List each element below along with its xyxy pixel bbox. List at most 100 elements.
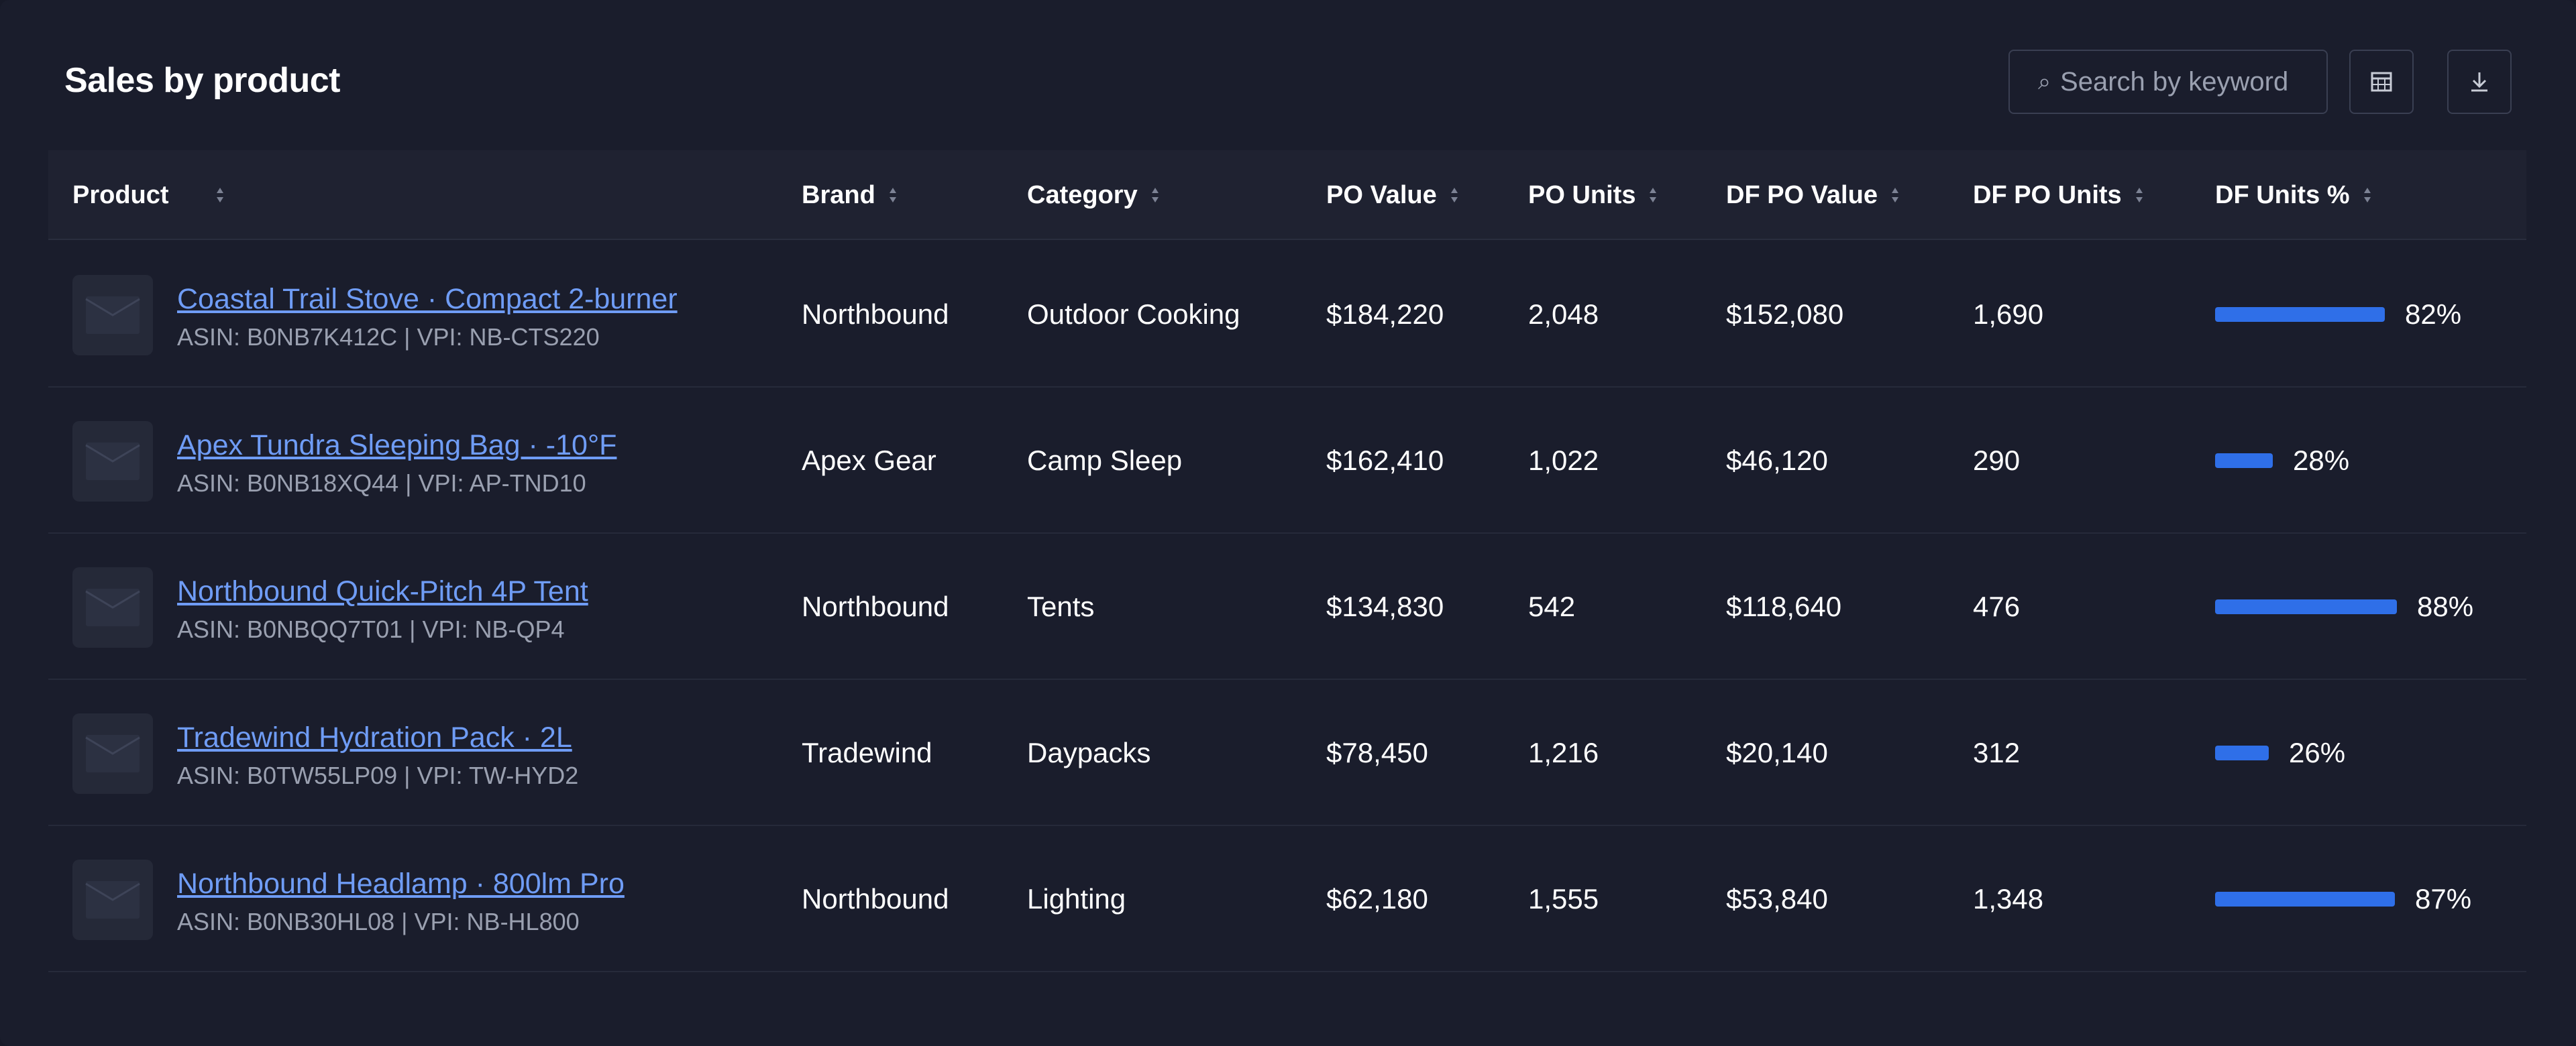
category-cell: Outdoor Cooking [1027, 298, 1240, 330]
df-po-units-cell: 476 [1973, 591, 2021, 622]
product-name-link[interactable]: Northbound Quick-Pitch 4P Tent [177, 575, 588, 608]
category-cell: Lighting [1027, 883, 1126, 915]
column-header-label: DF PO Value [1726, 180, 1878, 209]
product-image-placeholder-icon [85, 881, 140, 919]
column-header-label: PO Units [1528, 180, 1636, 209]
po-units-cell: 1,216 [1528, 737, 1599, 768]
column-header-product[interactable]: Product [72, 150, 224, 240]
product-image-placeholder-icon [85, 296, 140, 334]
product-identifiers: ASIN: B0NBQQ7T01 | VPI: NB-QP4 [177, 616, 565, 643]
category-cell: Daypacks [1027, 737, 1151, 768]
df-po-value-cell: $20,140 [1726, 737, 1828, 768]
sort-icon[interactable] [889, 188, 897, 202]
product-thumbnail [72, 713, 153, 794]
po-value-cell: $184,220 [1326, 298, 1444, 330]
po-units-cell: 2,048 [1528, 298, 1599, 330]
df-units-progress-bar [2215, 453, 2273, 468]
product-image-placeholder-icon [85, 589, 140, 626]
df-po-units-cell: 1,690 [1973, 298, 2044, 330]
product-name-link[interactable]: Northbound Headlamp · 800lm Pro [177, 868, 625, 900]
df-units-pct-label: 88% [2417, 591, 2474, 622]
product-identifiers: ASIN: B0TW55LP09 | VPI: TW-HYD2 [177, 762, 579, 789]
column-header-label: Brand [802, 180, 875, 209]
column-header-label: DF Units % [2215, 180, 2350, 209]
sort-icon[interactable] [2135, 188, 2143, 202]
columns-button[interactable] [2349, 50, 2414, 114]
product-identifiers: ASIN: B0NB30HL08 | VPI: NB-HL800 [177, 908, 580, 935]
page-title: Sales by product [64, 61, 341, 100]
product-identifiers: ASIN: B0NB7K412C | VPI: NB-CTS220 [177, 323, 600, 351]
po-units-cell: 1,022 [1528, 445, 1599, 476]
column-header-label: Category [1027, 180, 1138, 209]
column-header-label: DF PO Units [1973, 180, 2122, 209]
df-units-pct-label: 28% [2293, 445, 2350, 476]
df-units-pct-cell: 82% [2215, 241, 2461, 388]
download-icon [2471, 72, 2487, 92]
sort-icon[interactable] [1151, 188, 1159, 202]
product-image-placeholder-icon [85, 443, 140, 480]
brand-cell: Tradewind [802, 737, 932, 768]
df-po-value-cell: $53,840 [1726, 883, 1828, 915]
product-name-link[interactable]: Apex Tundra Sleeping Bag · -10°F [177, 429, 616, 462]
product-thumbnail [72, 567, 153, 648]
product-name-link[interactable]: Coastal Trail Stove · Compact 2-burner [177, 283, 678, 316]
column-header-df-units-pct[interactable]: DF Units % [2215, 150, 2371, 240]
columns-icon [2371, 72, 2392, 92]
brand-cell: Northbound [802, 591, 949, 622]
table-row[interactable]: Coastal Trail Stove · Compact 2-burner A… [48, 241, 2526, 388]
df-units-pct-label: 82% [2405, 298, 2462, 330]
df-po-units-cell: 1,348 [1973, 883, 2044, 915]
product-name-link[interactable]: Tradewind Hydration Pack · 2L [177, 721, 572, 754]
table-row[interactable]: Northbound Quick-Pitch 4P Tent ASIN: B0N… [48, 534, 2526, 680]
df-units-progress-bar [2215, 307, 2385, 322]
product-thumbnail [72, 421, 153, 502]
product-identifiers: ASIN: B0NB18XQ44 | VPI: AP-TND10 [177, 469, 586, 497]
panel-header: Sales by product ⌕ Search by keyword [64, 42, 2512, 122]
po-value-cell: $134,830 [1326, 591, 1444, 622]
po-value-cell: $62,180 [1326, 883, 1428, 915]
product-image-placeholder-icon [85, 735, 140, 772]
column-header-po-units[interactable]: PO Units [1528, 150, 1657, 240]
df-units-progress-bar [2215, 599, 2397, 614]
sort-icon[interactable] [2363, 188, 2371, 202]
category-cell: Camp Sleep [1027, 445, 1183, 476]
search-input[interactable]: ⌕ Search by keyword [2008, 50, 2328, 114]
table-row[interactable]: Northbound Headlamp · 800lm Pro ASIN: B0… [48, 826, 2526, 972]
column-header-df-po-units[interactable]: DF PO Units [1973, 150, 2143, 240]
column-header-brand[interactable]: Brand [802, 150, 897, 240]
column-header-label: PO Value [1326, 180, 1437, 209]
df-units-progress-bar [2215, 746, 2269, 760]
df-po-units-cell: 312 [1973, 737, 2021, 768]
search-icon: ⌕ [2038, 68, 2051, 95]
df-units-pct-cell: 87% [2215, 826, 2471, 972]
table-row[interactable]: Tradewind Hydration Pack · 2L ASIN: B0TW… [48, 680, 2526, 826]
df-units-pct-cell: 88% [2215, 534, 2473, 680]
sort-icon[interactable] [1450, 188, 1458, 202]
df-po-value-cell: $46,120 [1726, 445, 1828, 476]
df-po-value-cell: $152,080 [1726, 298, 1844, 330]
column-header-category[interactable]: Category [1027, 150, 1159, 240]
sales-by-product-panel: Sales by product ⌕ Search by keyword Pro [0, 0, 2576, 1046]
df-po-units-cell: 290 [1973, 445, 2021, 476]
table-header-row [48, 150, 2526, 240]
df-units-progress-bar [2215, 892, 2395, 907]
sort-icon[interactable] [1649, 188, 1657, 202]
brand-cell: Apex Gear [802, 445, 936, 476]
table-row[interactable]: Apex Tundra Sleeping Bag · -10°F ASIN: B… [48, 388, 2526, 534]
df-units-pct-label: 26% [2289, 737, 2346, 768]
product-thumbnail [72, 860, 153, 940]
category-cell: Tents [1027, 591, 1095, 622]
column-header-po-value[interactable]: PO Value [1326, 150, 1458, 240]
po-value-cell: $78,450 [1326, 737, 1428, 768]
df-units-pct-cell: 28% [2215, 388, 2349, 534]
sort-icon[interactable] [1891, 188, 1899, 202]
column-header-df-po-value[interactable]: DF PO Value [1726, 150, 1899, 240]
download-button[interactable] [2447, 50, 2512, 114]
sort-icon[interactable] [216, 188, 224, 202]
po-value-cell: $162,410 [1326, 445, 1444, 476]
po-units-cell: 542 [1528, 591, 1576, 622]
df-units-pct-cell: 26% [2215, 680, 2345, 826]
search-placeholder: Search by keyword [2060, 66, 2289, 97]
column-header-label: Product [72, 180, 169, 209]
brand-cell: Northbound [802, 883, 949, 915]
